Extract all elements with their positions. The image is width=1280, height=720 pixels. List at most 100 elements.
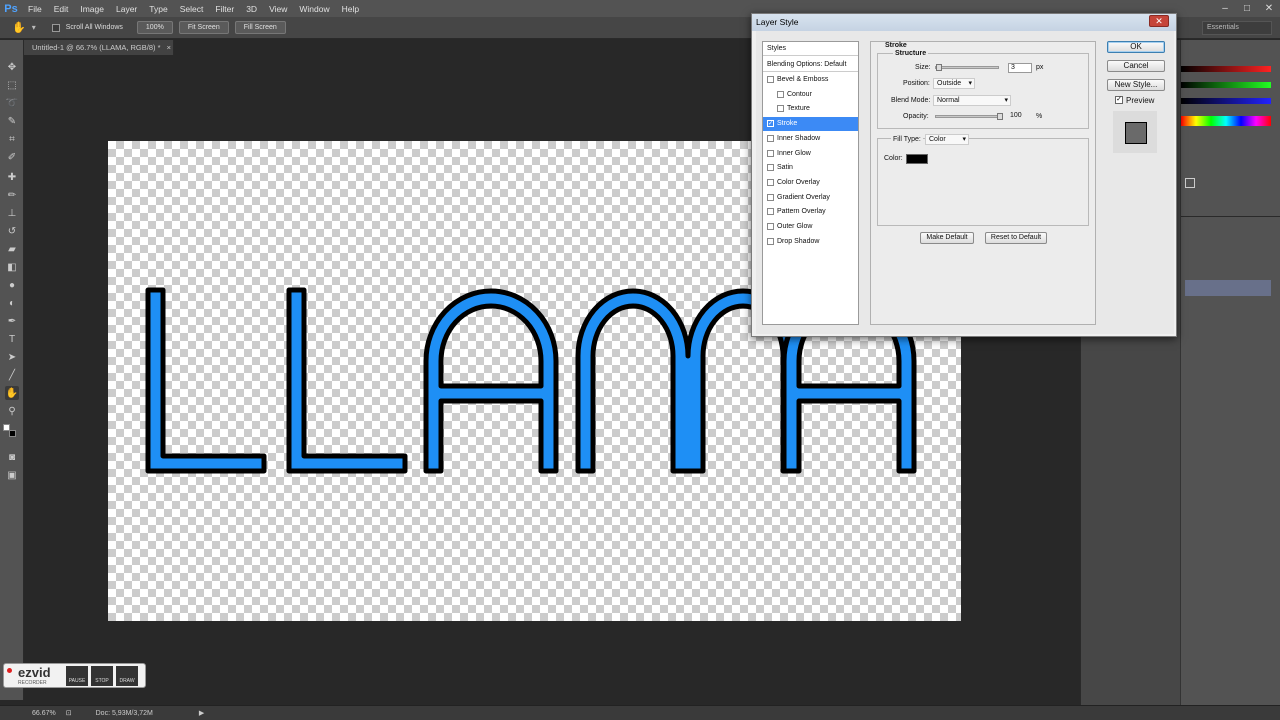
style-item-checkbox[interactable] bbox=[767, 208, 774, 216]
dialog-close-button[interactable]: ✕ bbox=[1149, 15, 1169, 27]
menu-view[interactable]: View bbox=[263, 4, 293, 14]
size-slider-thumb[interactable] bbox=[936, 64, 942, 71]
zoom-100-button[interactable]: 100% bbox=[136, 21, 173, 34]
stop-button[interactable]: STOP bbox=[91, 666, 113, 686]
blend-mode-select[interactable]: Normal bbox=[933, 95, 1011, 106]
menu-help[interactable]: Help bbox=[336, 4, 365, 14]
menu-select[interactable]: Select bbox=[174, 4, 210, 14]
brush-tool-icon[interactable]: ✏ bbox=[5, 188, 19, 202]
screen-mode-icon[interactable]: ▣ bbox=[5, 468, 19, 482]
opacity-slider[interactable] bbox=[935, 115, 1003, 118]
zoom-level[interactable]: 66.67% bbox=[32, 710, 56, 717]
maximize-icon[interactable]: □ bbox=[1236, 0, 1258, 17]
style-item-checkbox[interactable] bbox=[777, 90, 784, 98]
stroke-color-swatch[interactable] bbox=[906, 154, 928, 164]
layer-row-selected[interactable] bbox=[1185, 280, 1271, 296]
opacity-slider-thumb[interactable] bbox=[997, 113, 1003, 120]
fill-type-select[interactable]: Color bbox=[925, 134, 969, 145]
size-slider[interactable] bbox=[935, 66, 999, 69]
pen-tool-icon[interactable]: ✒ bbox=[5, 314, 19, 328]
size-input[interactable]: 3 bbox=[1008, 63, 1032, 73]
history-brush-icon[interactable]: ↺ bbox=[5, 224, 19, 238]
status-menu-arrow-icon[interactable]: ▶ bbox=[199, 709, 204, 717]
style-item-stroke[interactable]: ✓ Stroke bbox=[763, 117, 858, 132]
color-slider-blue[interactable] bbox=[1181, 98, 1271, 104]
style-item-checkbox[interactable] bbox=[767, 134, 774, 142]
dodge-tool-icon[interactable]: ◐ bbox=[5, 296, 19, 310]
style-item-checkbox[interactable] bbox=[777, 105, 784, 113]
style-item-inner-shadow[interactable]: Inner Shadow bbox=[763, 132, 858, 146]
menu-edit[interactable]: Edit bbox=[48, 4, 75, 14]
style-item-checkbox[interactable]: ✓ bbox=[767, 120, 774, 128]
healing-tool-icon[interactable]: ✚ bbox=[5, 170, 19, 184]
path-select-tool-icon[interactable]: ➤ bbox=[5, 350, 19, 364]
style-item-outer-glow[interactable]: Outer Glow bbox=[763, 220, 858, 234]
quick-mask-icon[interactable]: ◙ bbox=[5, 450, 19, 464]
close-tab-icon[interactable]: × bbox=[167, 43, 171, 52]
style-item-gradient-overlay[interactable]: Gradient Overlay bbox=[763, 191, 858, 205]
lasso-tool-icon[interactable]: ➰ bbox=[5, 96, 19, 110]
menu-layer[interactable]: Layer bbox=[110, 4, 143, 14]
pause-button[interactable]: PAUSE bbox=[66, 666, 88, 686]
reset-to-default-button[interactable]: Reset to Default bbox=[985, 232, 1047, 244]
menu-3d[interactable]: 3D bbox=[240, 4, 263, 14]
style-item-checkbox[interactable] bbox=[767, 193, 774, 201]
line-tool-icon[interactable]: ╱ bbox=[5, 368, 19, 382]
fill-screen-button[interactable]: Fill Screen bbox=[234, 21, 286, 34]
style-item-checkbox[interactable] bbox=[767, 164, 774, 172]
menu-filter[interactable]: Filter bbox=[209, 4, 240, 14]
ok-button[interactable]: OK bbox=[1107, 41, 1165, 53]
color-spectrum-bar[interactable] bbox=[1181, 116, 1271, 126]
document-tab[interactable]: Untitled-1 @ 66.7% (LLAMA, RGB/8) * × bbox=[24, 40, 174, 55]
eyedropper-tool-icon[interactable]: ✐ bbox=[5, 150, 19, 164]
style-item-color-overlay[interactable]: Color Overlay bbox=[763, 176, 858, 190]
new-style-button[interactable]: New Style... bbox=[1107, 79, 1165, 91]
style-item-inner-glow[interactable]: Inner Glow bbox=[763, 147, 858, 161]
hand-tool-icon[interactable]: ✋ bbox=[5, 386, 19, 400]
quick-select-tool-icon[interactable]: ✎ bbox=[5, 114, 19, 128]
style-item-drop-shadow[interactable]: Drop Shadow bbox=[763, 235, 858, 249]
menu-image[interactable]: Image bbox=[74, 4, 110, 14]
crop-tool-icon[interactable]: ⌗ bbox=[5, 132, 19, 146]
menu-window[interactable]: Window bbox=[293, 4, 335, 14]
status-bar-icon[interactable]: ⊡ bbox=[66, 709, 72, 717]
position-select[interactable]: Outside bbox=[933, 78, 975, 89]
menu-file[interactable]: File bbox=[22, 4, 48, 14]
color-slider-red[interactable] bbox=[1181, 66, 1271, 72]
minimize-icon[interactable]: – bbox=[1214, 0, 1236, 17]
move-tool-icon[interactable]: ✥ bbox=[5, 60, 19, 74]
zoom-tool-icon[interactable]: ⚲ bbox=[5, 404, 19, 418]
eraser-tool-icon[interactable]: ▰ bbox=[5, 242, 19, 256]
style-item-checkbox[interactable] bbox=[767, 223, 774, 230]
style-item-texture[interactable]: Texture bbox=[763, 102, 858, 116]
cancel-button[interactable]: Cancel bbox=[1107, 60, 1165, 72]
preview-checkbox[interactable]: ✓ bbox=[1115, 96, 1123, 104]
styles-header[interactable]: Styles bbox=[763, 42, 858, 56]
blending-options[interactable]: Blending Options: Default bbox=[763, 58, 858, 72]
close-icon[interactable]: ✕ bbox=[1258, 0, 1280, 17]
style-item-bevel-emboss[interactable]: Bevel & Emboss bbox=[763, 73, 858, 87]
make-default-button[interactable]: Make Default bbox=[920, 232, 974, 244]
menu-type[interactable]: Type bbox=[143, 4, 173, 14]
style-item-contour[interactable]: Contour bbox=[763, 88, 858, 102]
style-item-pattern-overlay[interactable]: Pattern Overlay bbox=[763, 205, 858, 219]
background-color-swatch[interactable] bbox=[9, 430, 16, 437]
type-tool-icon[interactable]: T bbox=[5, 332, 19, 346]
fit-screen-button[interactable]: Fit Screen bbox=[178, 21, 229, 34]
gradient-tool-icon[interactable]: ◧ bbox=[5, 260, 19, 274]
style-item-checkbox[interactable] bbox=[767, 237, 774, 245]
style-item-checkbox[interactable] bbox=[767, 178, 774, 186]
color-slider-green[interactable] bbox=[1181, 82, 1271, 88]
stamp-tool-icon[interactable]: ⊥ bbox=[5, 206, 19, 220]
opacity-input[interactable]: 100 bbox=[1008, 112, 1028, 122]
workspace-switcher[interactable]: Essentials bbox=[1202, 21, 1272, 35]
marquee-tool-icon[interactable]: ⬚ bbox=[5, 78, 19, 92]
tool-preset-dropdown-icon[interactable]: ▾ bbox=[32, 23, 36, 32]
style-item-checkbox[interactable] bbox=[767, 76, 774, 83]
style-item-satin[interactable]: Satin bbox=[763, 161, 858, 175]
style-item-checkbox[interactable] bbox=[767, 149, 774, 157]
blur-tool-icon[interactable]: ● bbox=[5, 278, 19, 292]
draw-button[interactable]: DRAW bbox=[116, 666, 138, 686]
scroll-all-windows-checkbox[interactable] bbox=[51, 23, 60, 32]
grid-icon[interactable] bbox=[1185, 178, 1195, 188]
